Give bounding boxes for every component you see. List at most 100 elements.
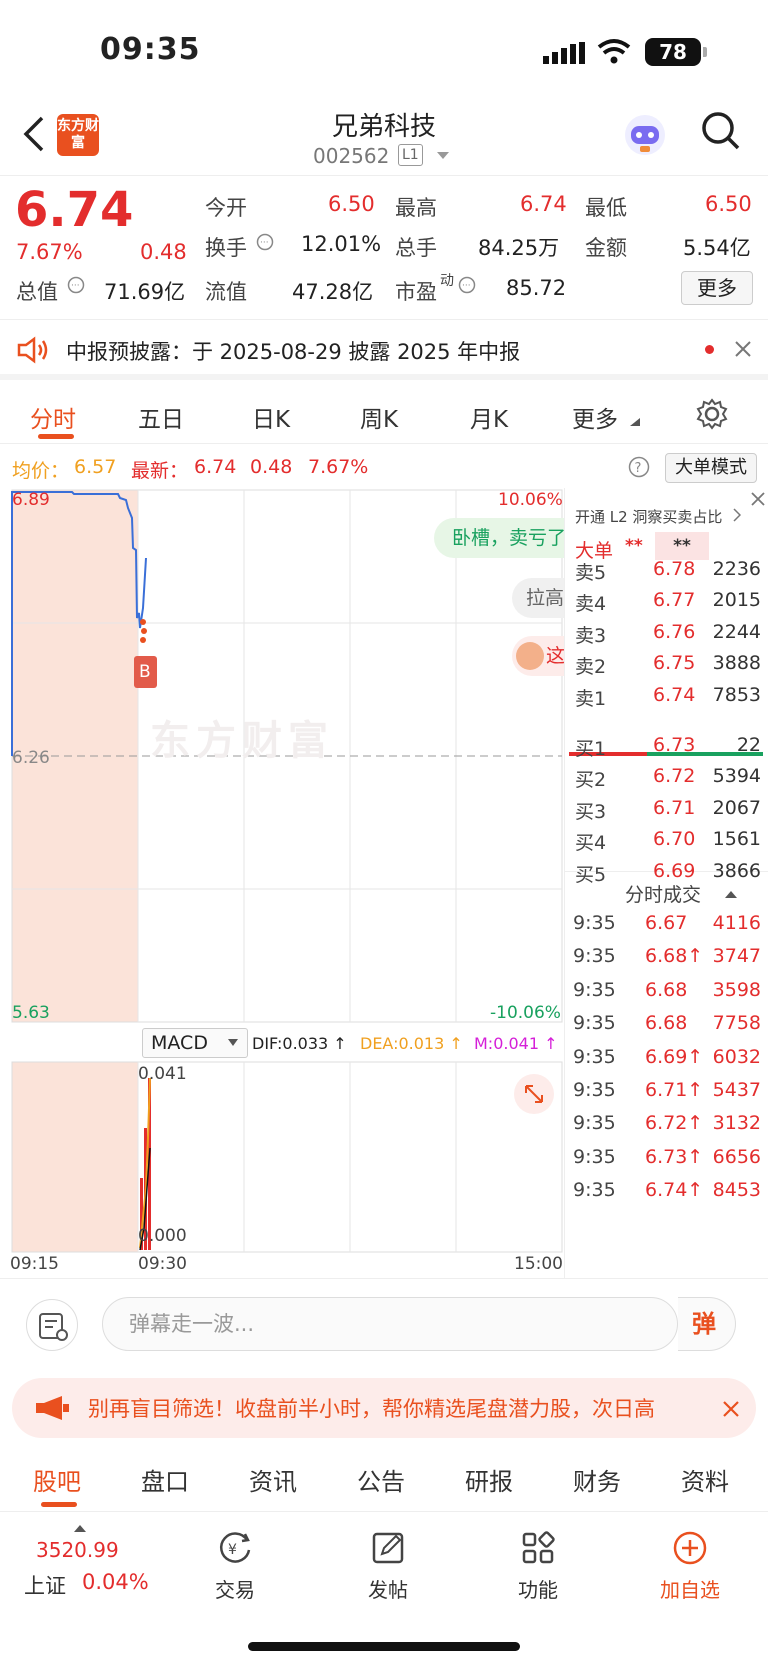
ask-row-vol: 3888 [712, 652, 761, 675]
trade-tick-row-price: 6.71↑ [645, 1079, 704, 1101]
close-icon[interactable] [722, 1400, 740, 1418]
level-badge[interactable]: L1 [398, 144, 423, 166]
trade-tick-row[interactable]: 9:35 6.68 3598 [565, 979, 768, 1013]
ask-row[interactable]: 卖1 6.74 7853 [565, 684, 768, 716]
promo-banner[interactable]: 别再盲目筛选！收盘前半小时，帮你精选尾盘潜力股，次日高 [12, 1378, 756, 1438]
bid-row[interactable]: 买3 6.71 2067 [565, 797, 768, 829]
bid-row-label: 买5 [575, 863, 607, 886]
danmu-settings-button[interactable] [26, 1299, 78, 1351]
tab-announcements[interactable]: 公告 [357, 1462, 405, 1497]
pct-axis-top: 10.06% [498, 490, 563, 510]
danmu-bubble[interactable]: 卧槽，卖亏了 [434, 518, 564, 558]
tab-research[interactable]: 研报 [465, 1462, 513, 1497]
price-axis-mid: 6.26 [12, 748, 50, 768]
tab-more[interactable]: 更多 [572, 400, 618, 434]
ask-row-price: 6.76 [653, 620, 696, 643]
caret-down-icon[interactable] [437, 152, 449, 160]
danmu-input[interactable]: 弹幕走一波... [102, 1297, 678, 1351]
trade-tick-row-t: 9:35 [573, 1012, 616, 1035]
tab-profile[interactable]: 资料 [681, 1462, 729, 1497]
tab-finance[interactable]: 财务 [573, 1462, 621, 1497]
tab-guba[interactable]: 股吧 [33, 1462, 81, 1497]
trade-tick-row[interactable]: 9:35 6.71↑ 5437 [565, 1079, 768, 1113]
tab-daily-k[interactable]: 日K [252, 400, 290, 434]
price-axis-top: 6.89 [12, 490, 50, 510]
trade-tick-row[interactable]: 9:35 6.73↑ 6656 [565, 1146, 768, 1180]
amount-value: 5.54亿 [683, 236, 751, 260]
ask-row-vol: 2244 [712, 620, 761, 643]
info-icon[interactable]: ··· [256, 233, 274, 251]
volume-value: 84.25万 [478, 236, 560, 260]
close-icon[interactable] [734, 340, 752, 358]
ask-row[interactable]: 卖5 6.78 2236 [565, 558, 768, 590]
big-order-mode-button[interactable]: 大单模式 [665, 453, 757, 483]
trade-tick-row-t: 9:35 [573, 1112, 616, 1135]
trade-tick-row-price: 6.67 [645, 912, 688, 934]
trade-tick-row[interactable]: 9:35 6.69↑ 6032 [565, 1046, 768, 1080]
trade-tick-row[interactable]: 9:35 6.68 7758 [565, 1012, 768, 1046]
tab-pankou[interactable]: 盘口 [141, 1462, 189, 1497]
tab-weekly-k[interactable]: 周K [360, 400, 398, 434]
open-label: 今开 [205, 196, 247, 220]
bid-row-label: 买3 [575, 800, 607, 823]
trade-tick-row[interactable]: 9:35 6.67 4116 [565, 912, 768, 946]
bid-row-price: 6.73 [653, 734, 696, 756]
trade-tick-row-vol: 3598 [712, 978, 761, 1001]
turnover-label: 换手 [205, 236, 247, 260]
help-icon[interactable]: ? [628, 456, 650, 478]
gear-icon[interactable] [696, 398, 728, 430]
macd-dif: DIF:0.033 ↑ [252, 1034, 347, 1053]
ask-row[interactable]: 卖2 6.75 3888 [565, 652, 768, 684]
info-icon[interactable]: ··· [67, 276, 85, 294]
trade-tick-row-vol: 8453 [712, 1179, 761, 1202]
ask-row[interactable]: 卖4 6.77 2015 [565, 589, 768, 621]
trade-tick-row[interactable]: 9:35 6.68↑ 3747 [565, 945, 768, 979]
trade-tick-row-price: 6.73↑ [645, 1145, 704, 1168]
bid-row-vol: 3866 [712, 859, 761, 882]
caret-down-icon [228, 1039, 238, 1046]
info-icon[interactable]: ··· [458, 276, 476, 294]
intraday-chart[interactable]: 东方财富 6.89 6.26 5.63 10.06% -10.06% B 卧槽，… [0, 488, 564, 1278]
function-button[interactable]: 功能 [488, 1528, 588, 1603]
tab-intraday[interactable]: 分时 [30, 400, 76, 434]
trade-tick-row-vol: 3747 [712, 945, 761, 968]
trade-tick-row[interactable]: 9:35 6.74↑ 8453 [565, 1179, 768, 1213]
robot-assistant-icon[interactable] [622, 112, 668, 158]
tab-news[interactable]: 资讯 [249, 1462, 297, 1497]
svg-text:···: ··· [462, 281, 471, 291]
trade-tick-row[interactable]: 9:35 6.72↑ 3132 [565, 1112, 768, 1146]
tab-monthly-k[interactable]: 月K [470, 400, 508, 434]
add-watchlist-label: 加自选 [660, 1578, 720, 1602]
bid-row-vol: 1561 [712, 828, 761, 851]
close-icon[interactable] [747, 488, 768, 510]
ask-row[interactable]: 卖3 6.76 2244 [565, 621, 768, 653]
danmu-bubble[interactable]: 拉高 [512, 578, 564, 618]
edit-icon [372, 1532, 404, 1564]
bid-row[interactable]: 买5 6.69 3866 [565, 860, 768, 892]
danmu-send-button[interactable]: 弹 [678, 1297, 736, 1351]
trade-tick-row-vol: 4116 [712, 912, 761, 934]
index-value[interactable]: 3520.99 [36, 1538, 119, 1562]
expand-button[interactable] [514, 1074, 554, 1114]
bid-row[interactable]: 买1 6.73 22 [565, 734, 768, 766]
trade-tick-row-t: 9:35 [573, 945, 616, 968]
speaker-icon [17, 336, 48, 364]
add-watchlist-button[interactable]: 加自选 [640, 1528, 740, 1603]
bid-row-label: 买2 [575, 769, 607, 792]
megaphone-icon [36, 1396, 69, 1420]
index-pct[interactable]: 0.04% [82, 1570, 149, 1594]
l2-hint[interactable]: 开通 L2 洞察买卖占比 [575, 506, 722, 527]
macd-m: M:0.041 ↑ [474, 1034, 558, 1053]
trade-button[interactable]: ¥ 交易 [185, 1528, 285, 1603]
notice-bar[interactable]: 中报预披露：于 2025-08-29 披露 2025 年中报 [0, 320, 768, 380]
search-icon[interactable] [700, 110, 742, 152]
bid-row[interactable]: 买4 6.70 1561 [565, 828, 768, 860]
macd-axis-top: 0.041 [138, 1064, 187, 1084]
tab-five-day[interactable]: 五日 [138, 400, 184, 434]
bid-row[interactable]: 买2 6.72 5394 [565, 765, 768, 797]
more-button[interactable]: 更多 [681, 271, 753, 305]
index-name[interactable]: 上证 [24, 1570, 66, 1600]
low-label: 最低 [585, 196, 627, 220]
change-pct: 7.67% [16, 240, 83, 264]
post-button[interactable]: 发帖 [338, 1528, 438, 1603]
